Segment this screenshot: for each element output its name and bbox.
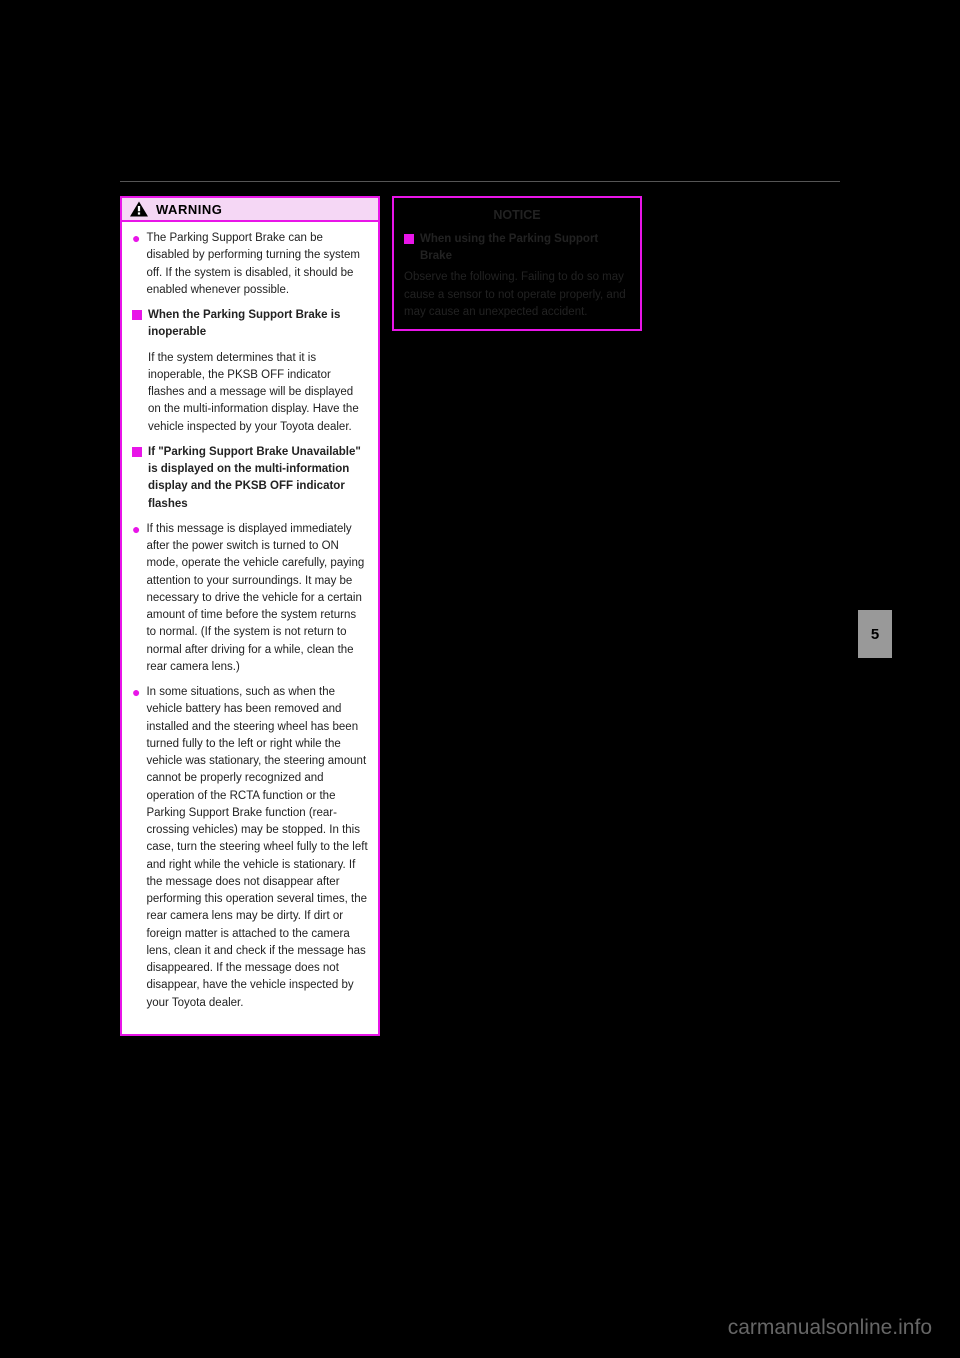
section-tab: 5 (858, 610, 892, 658)
warning-triangle-icon (130, 201, 148, 217)
warning-item: If the system determines that it is inop… (132, 350, 368, 436)
warning-item: When the Parking Support Brake is inoper… (132, 307, 368, 342)
bullet-dot-icon: ● (132, 521, 140, 676)
warning-box: WARNING ● The Parking Support Brake can … (120, 196, 380, 1036)
bullet-square-icon (132, 310, 142, 320)
warning-header: WARNING (122, 198, 378, 222)
warning-text: In some situations, such as when the veh… (146, 684, 368, 1012)
bullet-dot-icon: ● (132, 684, 140, 1012)
notice-subheading: When using the Parking Support Brake (420, 231, 630, 266)
warning-text: The Parking Support Brake can be disable… (146, 230, 368, 299)
notice-text: Observe the following. Failing to do so … (404, 269, 630, 321)
notice-box: NOTICE When using the Parking Support Br… (392, 196, 642, 331)
footer-brand: carmanualsonline.info (728, 1316, 932, 1340)
warning-item: ● The Parking Support Brake can be disab… (132, 230, 368, 299)
warning-text: If this message is displayed immediately… (146, 521, 368, 676)
warning-subheading: If "Parking Support Brake Unavailable" i… (148, 444, 368, 513)
notice-title: NOTICE (404, 206, 630, 225)
warning-body: ● The Parking Support Brake can be disab… (122, 222, 378, 1034)
notice-subheading-row: When using the Parking Support Brake (404, 231, 630, 266)
page-header: 5-5. Using the driving support systems 3… (120, 155, 840, 182)
warning-subheading: When the Parking Support Brake is inoper… (148, 307, 368, 342)
warning-item: If "Parking Support Brake Unavailable" i… (132, 444, 368, 513)
warning-label: WARNING (156, 202, 222, 217)
bullet-square-icon (132, 447, 142, 457)
warning-text: If the system determines that it is inop… (148, 350, 368, 436)
warning-item: ● In some situations, such as when the v… (132, 684, 368, 1012)
bullet-square-icon (404, 234, 414, 244)
chapter-ref: 5-5. (120, 155, 148, 173)
page-number: 321 (815, 155, 840, 173)
bullet-dot-icon: ● (132, 230, 140, 299)
chapter-title: Using the driving support systems (158, 155, 398, 173)
warning-item: ● If this message is displayed immediate… (132, 521, 368, 676)
section-number: 5 (871, 626, 879, 643)
